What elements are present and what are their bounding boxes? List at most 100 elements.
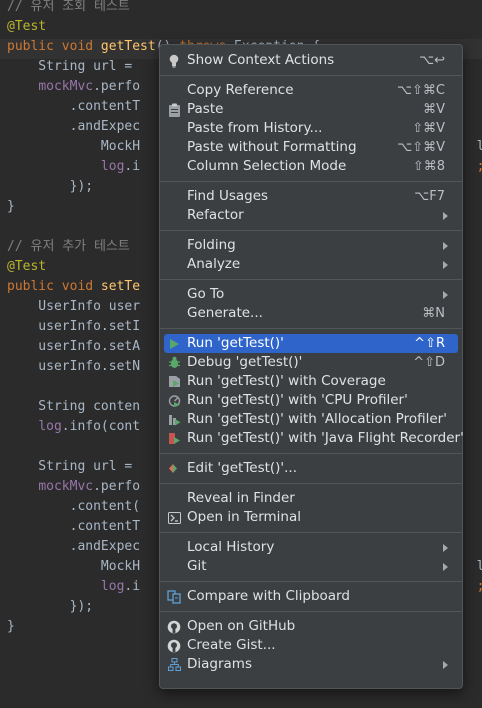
code-token: @Test [7,19,47,34]
menu-item-label: Open on GitHub [187,618,296,634]
code-token: mockMvc [38,479,94,494]
code-token: .i [124,579,141,594]
menu-item-show-context-actions[interactable]: Show Context Actions ⌥↩ [164,51,458,70]
menu-item-label: Show Context Actions [187,52,335,68]
code-token: public void [7,279,101,294]
menu-item-label: Refactor [187,207,244,223]
code-token: log [100,159,125,174]
menu-item-paste-without-formatting[interactable]: Paste without Formatting ⌥⇧⌘V [164,138,458,157]
code-line: String url = [7,57,140,77]
menu-separator [160,532,462,533]
menu-item-compare-with-clipboard[interactable]: Compare with Clipboard [164,587,458,606]
menu-item-shortcut: ^⇧D [413,355,445,370]
code-line: }); [7,597,93,617]
menu-item-copy-reference[interactable]: Copy Reference ⌥⇧⌘C [164,81,458,100]
menu-item-reveal-in-finder[interactable]: Reveal in Finder [164,489,458,508]
code-token: userInfo.setI [7,319,141,334]
code-token: .perfo [93,479,141,494]
code-line: .contentT [7,97,140,117]
menu-item-generate[interactable]: Generate... ⌘N [164,304,458,323]
menu-item-folding[interactable]: Folding [164,236,458,255]
menu-item-label: Diagrams [187,656,252,672]
menu-item-label: Create Gist... [187,637,276,653]
menu-item-label: Compare with Clipboard [187,588,350,604]
code-line: } [7,617,15,637]
menu-item-shortcut: ⇧⌘8 [412,159,445,174]
submenu-arrow-icon [443,212,448,220]
code-token: .andExpec [7,119,141,134]
menu-separator [160,453,462,454]
code-token: userInfo.setA [7,339,141,354]
code-token: MockH [7,139,141,154]
compare-icon [166,589,182,604]
menu-item-label: Find Usages [187,188,269,204]
menu-item-label: Reveal in Finder [187,490,295,506]
diagram-icon [166,657,182,672]
code-token: log [38,419,62,434]
menu-item-open-on-github[interactable]: Open on GitHub [164,617,458,636]
code-line: }); [7,177,93,197]
menu-separator [160,611,462,612]
code-line: .content( [7,497,140,517]
code-line: .contentT [7,517,140,537]
menu-item-create-gist[interactable]: Create Gist... [164,636,458,655]
menu-item-run-gettest-with-java-flight-recorder[interactable]: Run 'getTest()' with 'Java Flight Record… [164,429,464,448]
code-token: }); [7,599,94,614]
menu-item-open-in-terminal[interactable]: Open in Terminal [164,508,458,527]
menu-item-diagrams[interactable]: Diagrams [164,655,458,674]
code-token: mockMvc [38,79,94,94]
menu-item-shortcut: ⌥↩ [419,53,445,68]
menu-item-label: Run 'getTest()' with Coverage [187,373,386,389]
code-token: MockH [7,559,141,574]
menu-item-debug-gettest[interactable]: Debug 'getTest()' ^⇧D [164,353,458,372]
code-line: // 유저 조회 테스트 [7,0,130,17]
menu-item-label: Open in Terminal [187,509,301,525]
menu-item-shortcut: ⌥⇧⌘C [397,83,445,98]
menu-item-edit-gettest[interactable]: Edit 'getTest()'... [164,459,458,478]
code-token: .info(cont [61,419,141,434]
code-token: setTe [100,279,141,294]
menu-item-column-selection-mode[interactable]: Column Selection Mode ⇧⌘8 [164,157,458,176]
code-line: // 유저 추가 테스트 [7,237,130,257]
menu-item-label: Paste [187,101,224,117]
code-token: // 유저 추가 테스트 [7,239,130,254]
menu-item-label: Column Selection Mode [187,158,347,174]
code-line: mockMvc.perfo [7,77,140,97]
menu-item-refactor[interactable]: Refactor [164,206,458,225]
code-token: String conten [7,399,141,414]
menu-item-shortcut: ⌥⇧⌘V [397,140,445,155]
code-token: .i [124,159,141,174]
code-token: .content( [7,499,141,514]
menu-item-run-gettest-with-cpu-profiler[interactable]: Run 'getTest()' with 'CPU Profiler' [164,391,458,410]
github-icon [166,638,182,653]
code-token: String url = [7,59,141,74]
run-icon [166,336,182,351]
code-line: String url = [7,457,140,477]
menu-item-label: Run 'getTest()' with 'Allocation Profile… [187,411,447,427]
allocation-profiler-icon [166,412,182,427]
code-line: userInfo.setI [7,317,140,337]
code-token: getTest [100,39,156,54]
menu-item-run-gettest-with-allocation-profiler[interactable]: Run 'getTest()' with 'Allocation Profile… [164,410,458,429]
menu-separator [160,581,462,582]
menu-item-paste-from-history[interactable]: Paste from History... ⇧⌘V [164,119,458,138]
menu-item-paste[interactable]: Paste ⌘V [164,100,458,119]
menu-item-run-gettest[interactable]: Run 'getTest()' ^⇧R [164,334,458,353]
menu-item-label: Copy Reference [187,82,294,98]
menu-item-go-to[interactable]: Go To [164,285,458,304]
menu-item-analyze[interactable]: Analyze [164,255,458,274]
menu-item-find-usages[interactable]: Find Usages ⌥F7 [164,187,458,206]
code-token: } [7,619,15,634]
menu-item-label: Paste without Formatting [187,139,357,155]
menu-item-local-history[interactable]: Local History [164,538,458,557]
menu-item-shortcut: ⇧⌘V [412,121,445,136]
menu-item-label: Run 'getTest()' with 'Java Flight Record… [187,430,464,446]
code-token: // 유저 조회 테스트 [7,0,130,14]
code-token: String url = [7,459,141,474]
menu-item-run-gettest-with-coverage[interactable]: Run 'getTest()' with Coverage [164,372,458,391]
menu-item-label: Debug 'getTest()' [187,354,303,370]
menu-item-git[interactable]: Git [164,557,458,576]
